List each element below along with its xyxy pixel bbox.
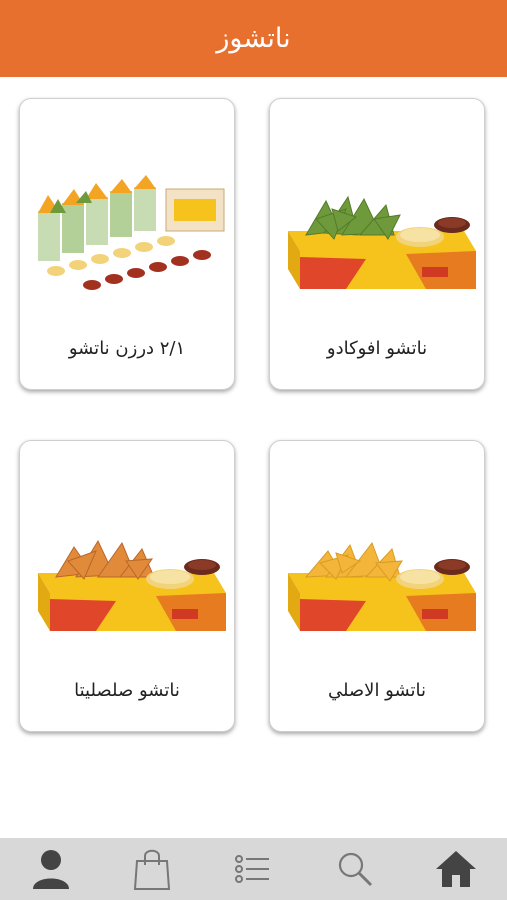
product-card-salsalita[interactable]: ناتشو صلصليتا (19, 440, 235, 732)
product-grid: ناتشو افوكادو ٢/١ درزن ناتشو ناتشو الاصل… (0, 77, 507, 837)
product-card-half-dozen[interactable]: ٢/١ درزن ناتشو (19, 98, 235, 390)
product-card-avocado[interactable]: ناتشو افوكادو (269, 98, 485, 390)
app-header: ناتشوز (0, 0, 507, 77)
nav-profile[interactable] (21, 841, 81, 897)
nav-search[interactable] (325, 841, 385, 897)
list-icon (235, 855, 270, 883)
product-name: ناتشو افوكادو (326, 338, 428, 359)
nav-menu[interactable] (223, 841, 283, 897)
product-card-original[interactable]: ناتشو الاصلي (269, 440, 485, 732)
product-image (38, 175, 225, 290)
search-icon (338, 852, 372, 887)
user-icon (32, 850, 69, 889)
product-name: ناتشو صلصليتا (74, 680, 180, 701)
product-image (38, 539, 226, 631)
product-name: ٢/١ درزن ناتشو (68, 338, 186, 359)
nav-home[interactable] (426, 841, 486, 897)
product-name: ناتشو الاصلي (327, 680, 427, 701)
page-title: ناتشوز (216, 23, 291, 54)
nav-cart[interactable] (122, 841, 182, 897)
bag-icon (134, 849, 171, 890)
home-icon (436, 851, 477, 887)
product-image (288, 541, 476, 631)
bottom-nav (0, 838, 507, 900)
product-image (288, 195, 476, 289)
